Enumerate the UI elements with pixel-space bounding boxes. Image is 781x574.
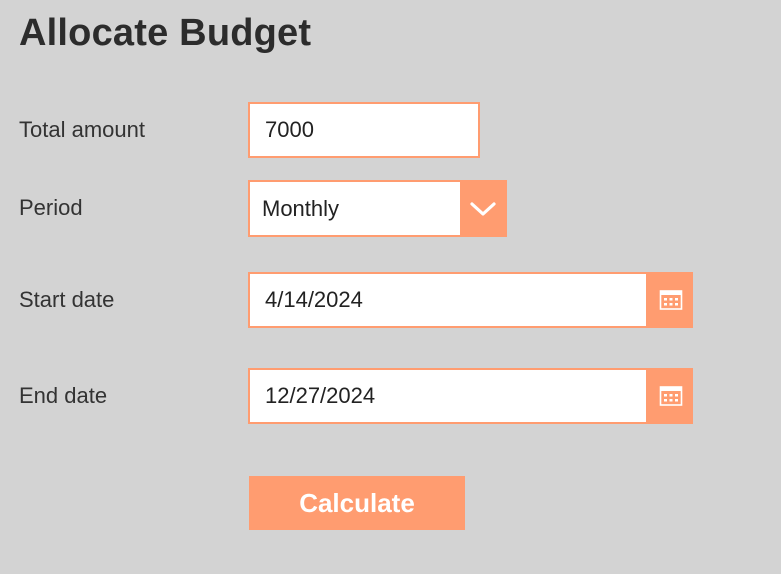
calculate-button[interactable]: Calculate: [249, 476, 465, 530]
start-date-label: Start date: [19, 287, 115, 312]
period-label: Period: [19, 195, 83, 220]
start-date-calendar-button[interactable]: [648, 272, 693, 328]
end-date-label: End date: [19, 383, 108, 408]
period-selected-value: Monthly: [262, 195, 340, 221]
period-dropdown-button[interactable]: [460, 182, 505, 235]
total-amount-label: Total amount: [19, 117, 145, 142]
end-date-picker: 12/27/2024: [248, 368, 693, 424]
chevron-down-icon: [469, 201, 496, 216]
page-title: Allocate Budget: [19, 12, 312, 54]
end-date-input[interactable]: 12/27/2024: [248, 368, 648, 424]
calendar-icon: [659, 386, 682, 406]
end-date-value: 12/27/2024: [265, 383, 376, 408]
end-date-calendar-button[interactable]: [648, 368, 693, 424]
total-amount-value: 7000: [265, 117, 314, 142]
start-date-picker: 4/14/2024: [248, 272, 693, 328]
start-date-value: 4/14/2024: [265, 287, 363, 312]
period-select[interactable]: Monthly: [248, 180, 507, 237]
start-date-input[interactable]: 4/14/2024: [248, 272, 648, 328]
allocate-budget-page: Allocate Budget Total amount 7000 Period…: [0, 0, 781, 574]
calendar-icon: [659, 290, 682, 310]
total-amount-input[interactable]: 7000: [248, 102, 480, 158]
